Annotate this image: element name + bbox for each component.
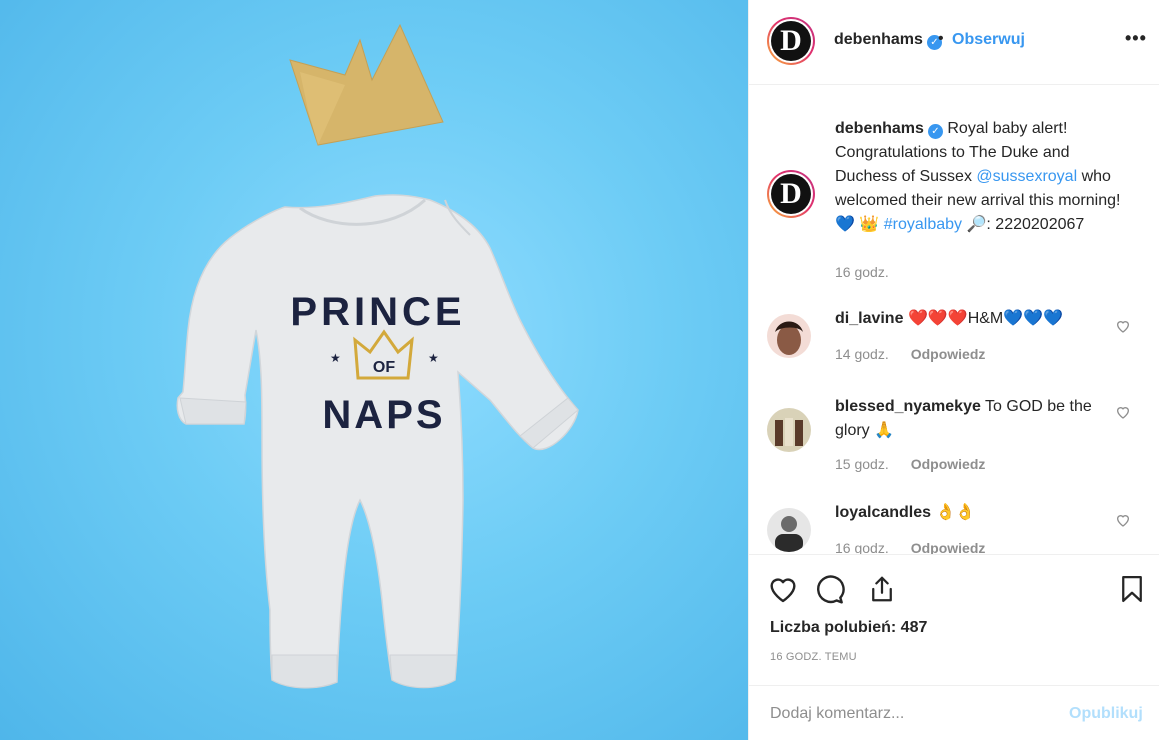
- comment-text: blessed_nyamekye To GOD be the glory 🙏: [835, 395, 1105, 443]
- publish-button[interactable]: Opublikuj: [1069, 705, 1143, 723]
- author-avatar[interactable]: D: [767, 17, 815, 65]
- magnifier-emoji: 🔎: [966, 216, 987, 233]
- comment-text: di_lavine ❤️❤️❤️H&M💙💙💙: [835, 307, 1105, 331]
- caption-author-avatar[interactable]: D: [767, 170, 815, 218]
- baby-onesie: [176, 194, 579, 689]
- comments-list[interactable]: D debenhams ✓ Royal baby alert! Congratul…: [749, 86, 1159, 554]
- post-timestamp[interactable]: 16 GODZ. TEMU: [770, 651, 857, 663]
- crown-emoji: 👑: [859, 216, 880, 233]
- shirt-text-prince: PRINCE: [290, 290, 465, 334]
- shirt-star-right: ★: [428, 351, 439, 365]
- hashtag-link[interactable]: #royalbaby: [884, 216, 962, 233]
- debenhams-logo-small: D: [771, 174, 811, 214]
- heart-icon[interactable]: [767, 573, 799, 605]
- post-caption: debenhams ✓ Royal baby alert! Congratulat…: [835, 117, 1135, 237]
- blue-heart-emoji: 💙: [835, 216, 855, 233]
- comment-time[interactable]: 15 godz.: [835, 456, 889, 472]
- post-sidebar: D debenhams ✓ • Obserwuj ••• D debenhams ✓…: [748, 0, 1159, 740]
- comment-text: loyalcandles 👌👌: [835, 501, 1105, 525]
- author-username-text[interactable]: debenhams: [834, 31, 923, 48]
- comment-time[interactable]: 16 godz.: [835, 540, 889, 554]
- comment-body: ❤️❤️❤️H&M💙💙💙: [907, 310, 1064, 327]
- comment-username[interactable]: loyalcandles: [835, 504, 931, 521]
- comment-meta: 16 godz. Odpowiedz: [835, 540, 985, 554]
- caption-username[interactable]: debenhams: [835, 120, 924, 137]
- more-options-icon[interactable]: •••: [1125, 28, 1147, 49]
- comment-like-heart-icon[interactable]: [1115, 404, 1131, 420]
- share-icon[interactable]: [867, 573, 897, 605]
- commenter-avatar[interactable]: [767, 508, 811, 552]
- bookmark-icon[interactable]: [1117, 573, 1147, 605]
- comment-icon[interactable]: [813, 573, 845, 605]
- reply-button[interactable]: Odpowiedz: [911, 346, 986, 362]
- comment-username[interactable]: blessed_nyamekye: [835, 398, 981, 415]
- commenter-avatar[interactable]: [767, 314, 811, 358]
- comment-meta: 14 godz. Odpowiedz: [835, 346, 985, 362]
- comment-like-heart-icon[interactable]: [1115, 318, 1131, 334]
- debenhams-logo: D: [771, 21, 811, 61]
- comment-username[interactable]: di_lavine: [835, 310, 903, 327]
- shirt-star-left: ★: [330, 351, 341, 365]
- header-separator: •: [938, 30, 944, 47]
- reply-button[interactable]: Odpowiedz: [911, 456, 986, 472]
- post-image[interactable]: PRINCE ★ ★ OF NAPS: [0, 0, 748, 740]
- likes-count[interactable]: Liczba polubień: 487: [770, 619, 927, 637]
- verified-icon: ✓: [927, 124, 943, 139]
- comment-meta: 15 godz. Odpowiedz: [835, 456, 985, 472]
- mention-link[interactable]: @sussexroyal: [976, 168, 1077, 185]
- post-photo-illustration: PRINCE ★ ★ OF NAPS: [176, 23, 579, 689]
- add-comment-bar: Dodaj komentarz... Opublikuj: [749, 685, 1159, 740]
- comment-time[interactable]: 14 godz.: [835, 346, 889, 362]
- reply-button[interactable]: Odpowiedz: [911, 540, 986, 554]
- follow-button[interactable]: Obserwuj: [952, 31, 1025, 49]
- author-username[interactable]: debenhams ✓: [834, 31, 942, 50]
- commenter-avatar[interactable]: [767, 408, 811, 452]
- post-header: D debenhams ✓ • Obserwuj •••: [749, 0, 1159, 85]
- comment-input[interactable]: Dodaj komentarz...: [770, 705, 904, 723]
- comment-like-heart-icon[interactable]: [1115, 512, 1131, 528]
- comment-body: 👌👌: [935, 504, 976, 521]
- shirt-text-of: OF: [373, 359, 395, 376]
- shirt-text-naps: NAPS: [322, 393, 445, 437]
- caption-time[interactable]: 16 godz.: [835, 264, 889, 280]
- caption-text-3: : 2220202067: [986, 216, 1085, 233]
